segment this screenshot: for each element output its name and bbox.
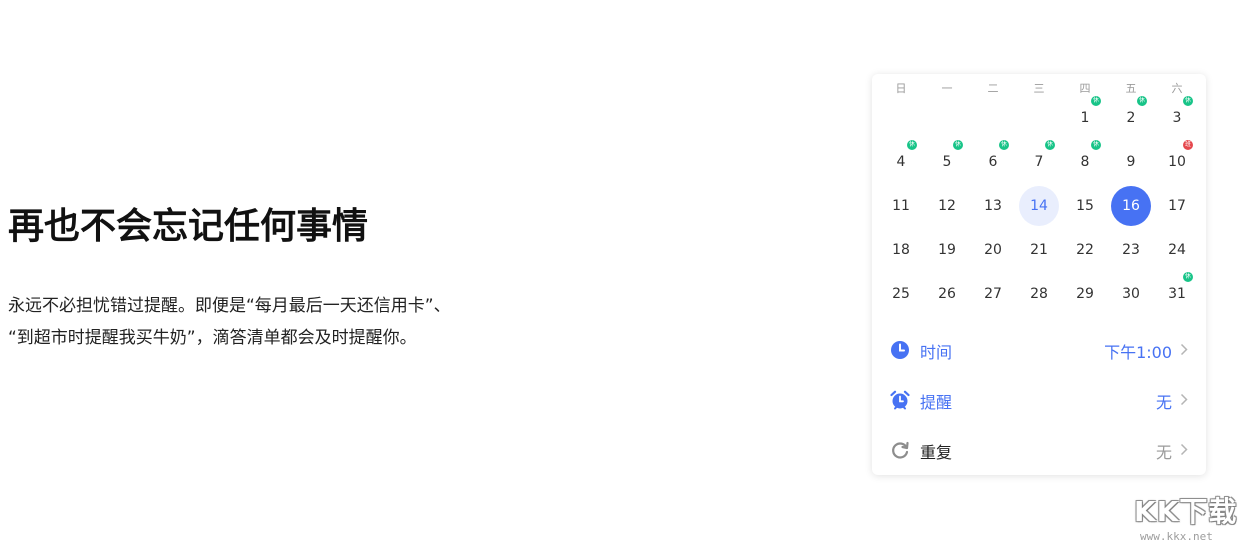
calendar-day-number: 12 xyxy=(938,198,956,214)
calendar-day-number: 25 xyxy=(892,286,910,302)
clock-icon xyxy=(891,341,909,359)
calendar-day[interactable]: 17 xyxy=(1154,184,1200,228)
calendar-day[interactable]: 12 xyxy=(924,184,970,228)
date-picker-card: 日 一 二 三 四 五 六 1 休 2 休 3 休 4 休 5 休 6 休 7 休 8 休 9 10 班 11 12 13… xyxy=(872,74,1206,475)
holiday-badge: 休 xyxy=(1091,96,1101,106)
calendar-day-number: 19 xyxy=(938,242,956,258)
calendar-day-number: 17 xyxy=(1168,198,1186,214)
calendar-day[interactable]: 30 xyxy=(1108,272,1154,316)
calendar-day-number: 20 xyxy=(984,242,1002,258)
holiday-badge: 休 xyxy=(1183,96,1193,106)
calendar-day-number: 11 xyxy=(892,198,910,214)
calendar-day[interactable]: 28 xyxy=(1016,272,1062,316)
calendar-day[interactable]: 15 xyxy=(1062,184,1108,228)
time-label: 时间 xyxy=(920,343,953,362)
calendar-day[interactable]: 14 xyxy=(1016,184,1062,228)
calendar-day[interactable]: 23 xyxy=(1108,228,1154,272)
calendar-day[interactable]: 20 xyxy=(970,228,1016,272)
calendar-day-number: 18 xyxy=(892,242,910,258)
holiday-badge: 休 xyxy=(953,140,963,150)
calendar-day[interactable]: 16 xyxy=(1108,184,1154,228)
watermark: KK下载 www.kkx.net xyxy=(1134,490,1250,546)
calendar-day-number: 16 xyxy=(1111,186,1151,226)
time-value: 下午1:00 xyxy=(1104,343,1172,362)
calendar-day[interactable]: 2休 xyxy=(1108,96,1154,140)
calendar-day[interactable]: 11 xyxy=(878,184,924,228)
holiday-badge: 休 xyxy=(1045,140,1055,150)
calendar-day-number: 13 xyxy=(984,198,1002,214)
repeat-label: 重复 xyxy=(920,443,953,462)
calendar-day-number: 24 xyxy=(1168,242,1186,258)
calendar-grid: 1 休 2 休 3 休 4 休 5 休 6 休 7 休 8 休 9 10 班 11 12 13 14 15 16 17 18 19 20… xyxy=(872,74,1206,314)
feature-description: 永远不必担忧错过提醒。即便是“每月最后一天还信用卡”、 “到超市时提醒我买牛奶”… xyxy=(8,290,528,354)
calendar-day[interactable]: 10 班 xyxy=(1154,140,1200,184)
calendar-day[interactable]: 8休 xyxy=(1062,140,1108,184)
page-title: 再也不会忘记任何事情 xyxy=(8,206,369,247)
calendar-day[interactable]: 3休 xyxy=(1154,96,1200,140)
calendar-day[interactable]: 31 休 xyxy=(1154,272,1200,316)
calendar-day[interactable]: 6休 xyxy=(970,140,1016,184)
watermark-url: www.kkx.net xyxy=(1140,530,1213,543)
calendar-day[interactable]: 5休 xyxy=(924,140,970,184)
calendar-day[interactable]: 29 xyxy=(1062,272,1108,316)
calendar-day[interactable]: 4休 xyxy=(878,140,924,184)
repeat-icon xyxy=(892,441,909,459)
calendar-day[interactable]: 24 xyxy=(1154,228,1200,272)
calendar-day[interactable]: 26 xyxy=(924,272,970,316)
calendar-day-number: 30 xyxy=(1122,286,1140,302)
chevron-right-icon xyxy=(1180,343,1188,356)
calendar-day[interactable]: 22 xyxy=(1062,228,1108,272)
reminder-label: 提醒 xyxy=(920,393,953,412)
calendar-day[interactable]: 7休 xyxy=(1016,140,1062,184)
repeat-setting-row[interactable]: 重复 无 xyxy=(872,425,1206,475)
calendar-day[interactable]: 25 xyxy=(878,272,924,316)
repeat-value: 无 xyxy=(1155,443,1172,462)
calendar-day-number: 14 xyxy=(1019,186,1059,226)
calendar-day[interactable]: 19 xyxy=(924,228,970,272)
calendar-day-number: 26 xyxy=(938,286,956,302)
reminder-value: 无 xyxy=(1155,393,1172,412)
calendar-day-number: 29 xyxy=(1076,286,1094,302)
holiday-badge: 休 xyxy=(1137,96,1147,106)
workday-badge: 班 xyxy=(1183,140,1193,150)
calendar-day-number: 23 xyxy=(1122,242,1140,258)
holiday-badge: 休 xyxy=(999,140,1009,150)
calendar-day[interactable]: 21 xyxy=(1016,228,1062,272)
holiday-badge: 休 xyxy=(907,140,917,150)
description-line-2: “到超市时提醒我买牛奶”，滴答清单都会及时提醒你。 xyxy=(8,328,417,348)
reminder-setting-row[interactable]: 提醒 无 xyxy=(872,375,1206,425)
chevron-right-icon xyxy=(1180,393,1188,406)
calendar-day-number: 21 xyxy=(1030,242,1048,258)
chevron-right-icon xyxy=(1180,443,1188,456)
calendar-day[interactable]: 18 xyxy=(878,228,924,272)
calendar-day-number: 9 xyxy=(1126,154,1136,170)
calendar-day-number: 15 xyxy=(1076,198,1094,214)
alarm-clock-icon xyxy=(890,390,910,410)
holiday-badge: 休 xyxy=(1183,272,1193,282)
calendar-day-number: 22 xyxy=(1076,242,1094,258)
calendar-day-number: 28 xyxy=(1030,286,1048,302)
calendar-day[interactable]: 13 xyxy=(970,184,1016,228)
holiday-badge: 休 xyxy=(1091,140,1101,150)
calendar-day-number: 27 xyxy=(984,286,1002,302)
calendar-day[interactable]: 1休 xyxy=(1062,96,1108,140)
calendar-day[interactable]: 9 xyxy=(1108,140,1154,184)
description-line-1: 永远不必担忧错过提醒。即便是“每月最后一天还信用卡”、 xyxy=(8,296,451,316)
calendar-day[interactable]: 27 xyxy=(970,272,1016,316)
watermark-logo: KK下载 xyxy=(1134,495,1238,528)
time-setting-row[interactable]: 时间 下午1:00 xyxy=(872,325,1206,375)
